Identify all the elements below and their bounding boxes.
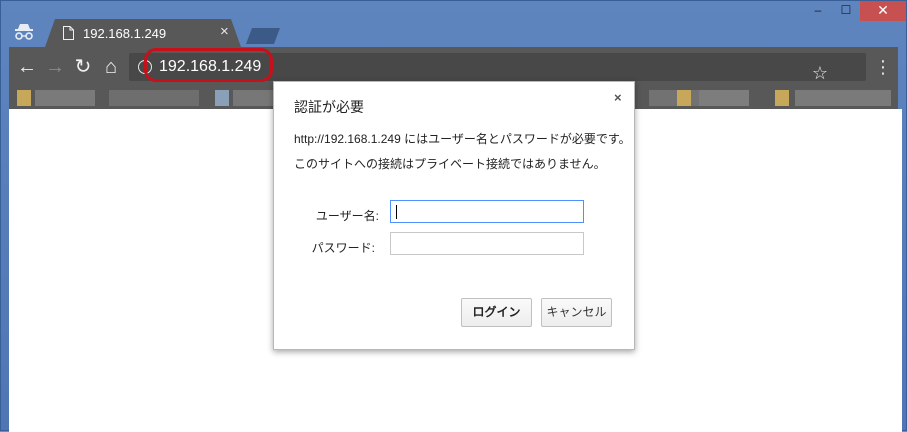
incognito-icon [13,23,35,41]
bookmark-favicon[interactable] [775,90,789,106]
dialog-title: 認証が必要 [294,99,364,115]
minimize-button[interactable]: – [804,1,832,21]
window-controls: – ☐ ✕ [804,1,906,21]
tab-close-icon[interactable]: × [220,24,229,39]
bookmark-favicon[interactable] [17,90,31,106]
bookmark-item[interactable] [795,90,891,106]
login-button[interactable]: ログイン [461,298,532,327]
cancel-button[interactable]: キャンセル [541,298,612,327]
new-tab-button[interactable] [246,28,280,44]
home-button[interactable]: ⌂ [99,55,123,79]
bookmark-item[interactable] [35,90,95,106]
tab-title: 192.168.1.249 [83,26,167,41]
browser-window: 192.168.1.249 × – ☐ ✕ ← → ↻ ⌂ i 192.168.… [0,0,907,432]
forward-button[interactable]: → [43,55,67,79]
dialog-close-icon[interactable]: × [614,90,622,105]
bookmark-star-icon[interactable]: ☆ [812,61,828,85]
window-close-button[interactable]: ✕ [860,1,906,21]
text-caret [396,205,397,219]
dialog-message-url: http://192.168.1.249 にはユーザー名とパスワードが必要です。 [294,132,631,146]
bookmark-favicon[interactable] [215,90,229,106]
tab-active[interactable]: 192.168.1.249 × [45,19,241,47]
maximize-button[interactable]: ☐ [832,1,860,21]
password-label: パスワード: [311,241,375,255]
username-label: ユーザー名: [315,209,379,223]
bookmark-item[interactable] [109,90,199,106]
username-input[interactable] [390,200,584,223]
bookmark-item[interactable] [233,90,273,106]
dialog-message-warning: このサイトへの接続はプライベート接続ではありません。 [294,157,606,171]
back-button[interactable]: ← [15,55,39,79]
bookmark-item[interactable] [699,90,749,106]
url-highlight-annotation [144,48,273,82]
page-icon [63,26,74,40]
bookmark-favicon[interactable] [677,90,691,106]
password-input[interactable] [390,232,584,255]
auth-dialog: 認証が必要 × http://192.168.1.249 にはユーザー名とパスワ… [273,81,635,350]
reload-button[interactable]: ↻ [71,55,95,79]
menu-icon[interactable]: ⋮ [874,55,892,79]
tab-strip: 192.168.1.249 × – ☐ ✕ [1,1,906,47]
